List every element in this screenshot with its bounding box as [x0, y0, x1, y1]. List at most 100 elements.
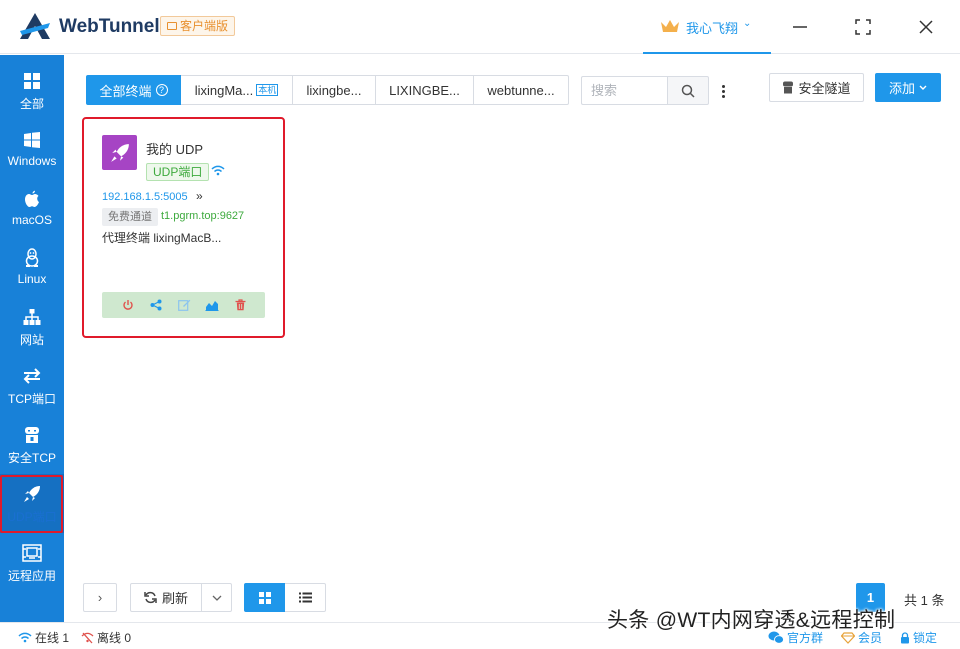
share-icon	[150, 299, 162, 311]
apple-icon	[22, 189, 42, 209]
search-icon	[681, 84, 695, 98]
add-button[interactable]: 添加	[875, 73, 941, 102]
list-view-button[interactable]	[285, 583, 326, 612]
add-label: 添加	[888, 81, 915, 96]
tab-all-terminals[interactable]: 全部终端?	[86, 75, 181, 105]
edition-badge: 客户端版	[160, 16, 236, 36]
sitemap-icon	[22, 307, 42, 327]
sidebar-item-linux[interactable]: Linux	[0, 238, 64, 297]
online-status: 在线 1	[18, 629, 69, 646]
tab-label: lixingMa...	[194, 82, 254, 98]
grid-icon	[258, 591, 271, 604]
sidebar-item-all[interactable]: 全部	[0, 61, 64, 120]
remote-address[interactable]: t1.pgrm.top:9627	[161, 210, 244, 222]
expand-button[interactable]: ›	[83, 583, 117, 612]
tab-label: 全部终端	[99, 83, 152, 99]
edit-button[interactable]	[176, 297, 192, 313]
forward-arrow-icon: »	[196, 189, 203, 203]
help-icon[interactable]: ?	[155, 84, 168, 96]
sidebar-item-windows[interactable]: Windows	[0, 120, 64, 179]
watermark: 头条 @WT内网穿透&远程控制	[607, 609, 896, 632]
lock-label: 锁定	[913, 631, 938, 645]
chevron-down-icon: ⌄	[743, 18, 752, 29]
maximize-icon	[855, 19, 871, 35]
edition-label: 客户端版	[180, 19, 229, 33]
crown-icon	[661, 20, 679, 32]
close-icon	[919, 20, 933, 34]
wifi-off-icon	[81, 632, 94, 643]
grid-view-button[interactable]	[244, 583, 285, 612]
channel-tag: 免费通道	[102, 208, 158, 226]
offline-count: 离线 0	[97, 631, 132, 645]
windows-icon	[22, 130, 42, 150]
linux-icon	[22, 248, 42, 268]
grid-icon	[22, 71, 42, 91]
terminal-tabs: 全部终端? lixingMa... 本机 lixingbe... LIXINGBE…	[86, 75, 569, 105]
stats-button[interactable]	[204, 297, 220, 313]
more-options-button[interactable]	[716, 80, 730, 102]
sidebar-item-label: 远程应用	[7, 569, 56, 583]
rocket-icon	[102, 135, 137, 170]
search-button[interactable]	[667, 76, 709, 105]
local-address[interactable]: 192.168.1.5:5005	[102, 191, 188, 203]
sidebar-item-label: Windows	[7, 154, 57, 168]
local-badge: 本机	[256, 84, 279, 96]
tab-lixingma[interactable]: lixingMa... 本机	[181, 75, 293, 105]
total-count: 共 1 条	[904, 593, 945, 608]
sidebar-item-label: 安全TCP	[7, 451, 56, 465]
list-icon	[298, 592, 312, 603]
refresh-icon	[144, 591, 157, 604]
lock-button[interactable]: 锁定	[900, 629, 937, 646]
refresh-label: 刷新	[161, 591, 188, 606]
offline-status: 离线 0	[81, 629, 131, 646]
refresh-dropdown[interactable]	[201, 583, 232, 612]
tab-webtunnel[interactable]: webtunne...	[474, 75, 569, 105]
wifi-icon	[18, 632, 32, 643]
app-title: WebTunnel	[59, 16, 160, 37]
sidebar-item-label: 全部	[19, 97, 44, 111]
tab-label: LIXINGBE...	[389, 82, 460, 98]
maximize-button[interactable]	[848, 12, 878, 42]
online-count: 在线 1	[35, 631, 70, 645]
sidebar-item-secure-tcp[interactable]: 安全TCP	[0, 415, 64, 474]
wifi-icon	[211, 165, 225, 176]
delete-button[interactable]	[232, 297, 248, 313]
active-item-highlight	[0, 475, 63, 533]
minimize-icon	[793, 26, 807, 28]
secure-icon	[22, 425, 42, 445]
minimize-button[interactable]	[785, 12, 815, 42]
edit-icon	[177, 299, 190, 311]
udp-type-tag: UDP端口	[146, 163, 210, 181]
tab-lixingbe[interactable]: lixingbe...	[293, 75, 376, 105]
share-button[interactable]	[148, 297, 164, 313]
remote-app-icon	[22, 543, 42, 563]
user-name: 我心飞翔	[686, 21, 739, 36]
tab-label: lixingbe...	[306, 82, 362, 98]
sidebar-item-label: macOS	[11, 213, 52, 227]
close-button[interactable]	[911, 12, 941, 42]
sidebar-item-label: TCP端口	[7, 392, 56, 406]
secure-tunnel-button[interactable]: 安全隧道	[769, 73, 864, 102]
user-menu[interactable]: 我心飞翔 ⌄	[643, 0, 771, 54]
logo-icon	[20, 13, 50, 39]
monitor-icon	[167, 22, 177, 30]
proxy-terminal: 代理终端 lixingMacB...	[102, 231, 222, 245]
tab-lixingbe-upper[interactable]: LIXINGBE...	[376, 75, 474, 105]
sidebar-item-tcp[interactable]: TCP端口	[0, 356, 64, 415]
search-input[interactable]	[581, 76, 667, 105]
refresh-button[interactable]: 刷新	[130, 583, 202, 612]
sidebar-item-remote-app[interactable]: 远程应用	[0, 533, 64, 592]
chevron-down-icon	[919, 85, 927, 90]
trash-icon	[235, 299, 245, 311]
secure-icon	[783, 81, 794, 94]
exchange-icon	[22, 366, 42, 386]
card-actions	[102, 292, 265, 318]
sidebar-item-label: 网站	[19, 333, 44, 347]
chart-icon	[205, 301, 219, 311]
power-button[interactable]	[120, 297, 136, 313]
sidebar-item-label: Linux	[17, 272, 47, 286]
sidebar-item-macos[interactable]: macOS	[0, 179, 64, 238]
lock-icon	[901, 631, 909, 643]
title-bar: WebTunnel 客户端版 我心飞翔 ⌄	[0, 0, 960, 54]
sidebar-item-website[interactable]: 网站	[0, 297, 64, 356]
